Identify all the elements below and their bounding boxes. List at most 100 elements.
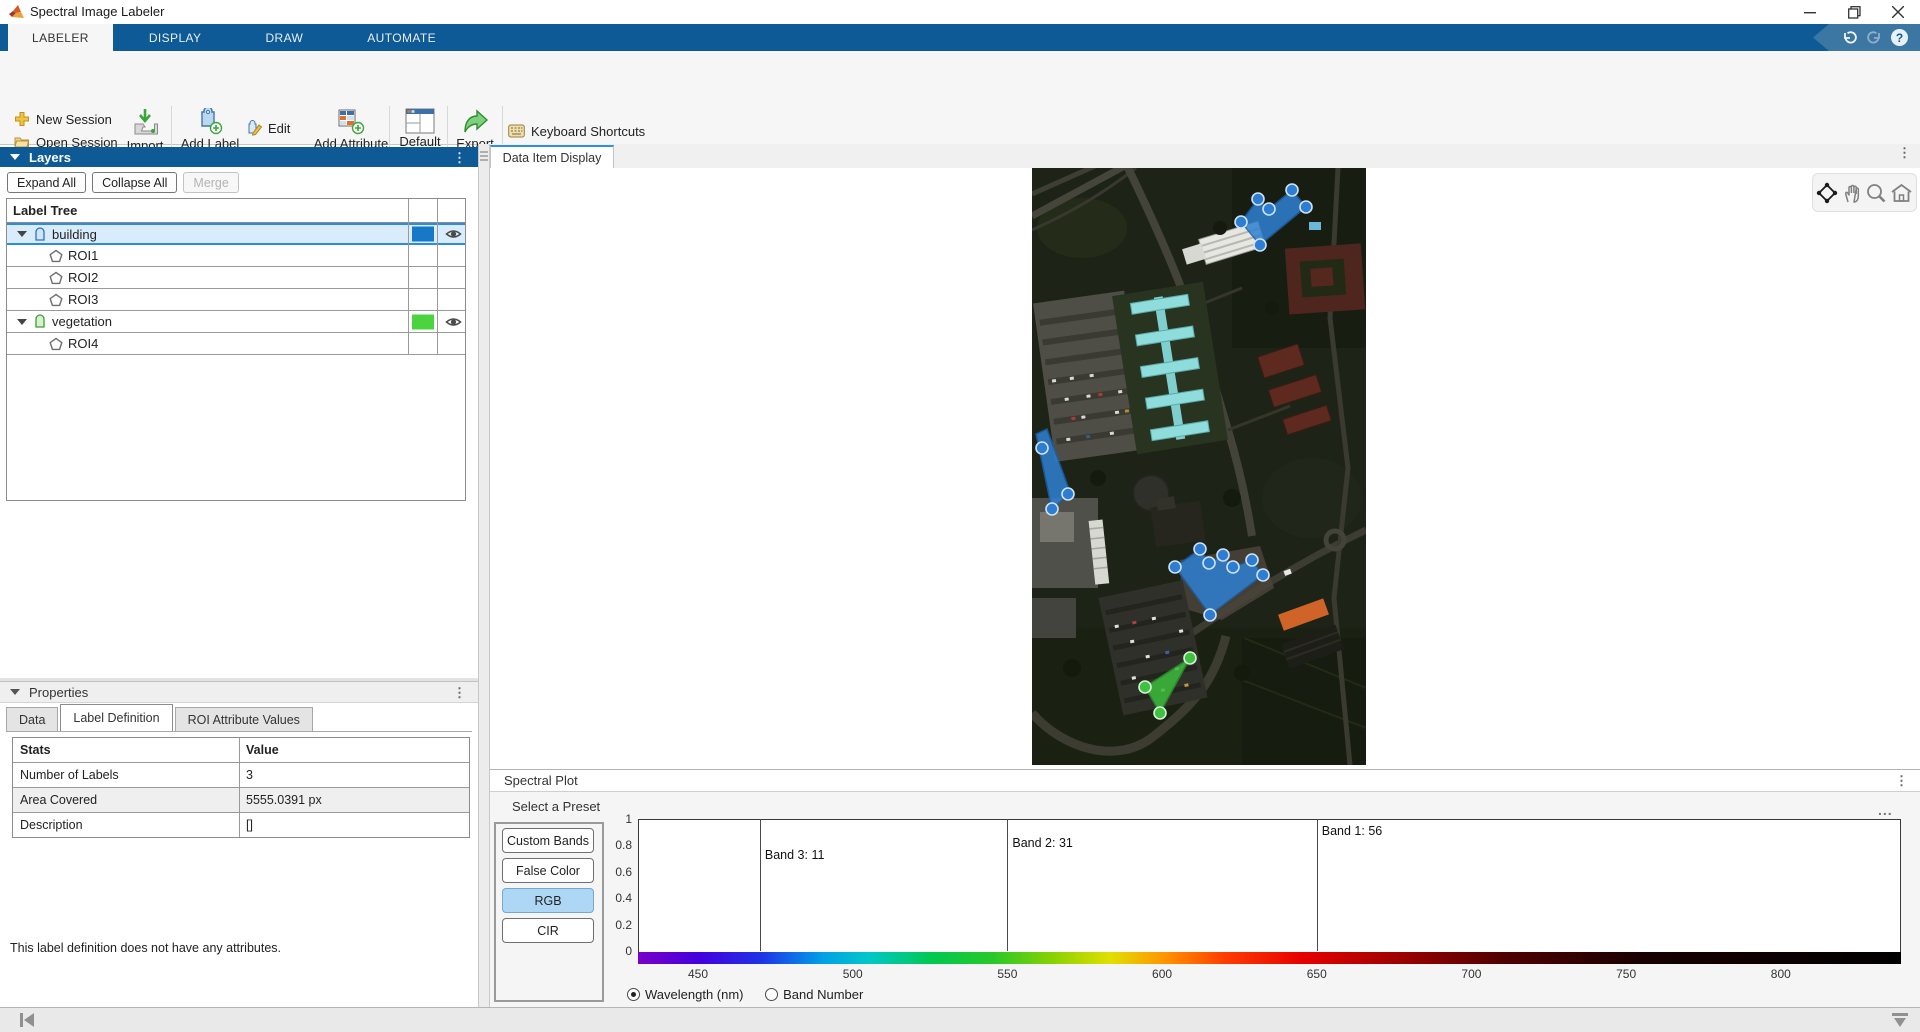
default-layout-icon bbox=[405, 108, 435, 134]
x-tick-label: 450 bbox=[668, 967, 728, 981]
more-options-button[interactable]: ... bbox=[1878, 802, 1893, 818]
attributes-note: This label definition does not have any … bbox=[10, 941, 281, 955]
tree-label: ROI1 bbox=[68, 248, 98, 263]
spectral-plot-title: Spectral Plot bbox=[504, 773, 578, 788]
spectral-plot-header[interactable]: Spectral Plot ⋮ bbox=[490, 770, 1920, 792]
col-header-stats: Stats bbox=[20, 738, 51, 762]
minimize-button[interactable] bbox=[1788, 0, 1832, 24]
restore-button[interactable] bbox=[1832, 0, 1876, 24]
tree-label: vegetation bbox=[52, 314, 112, 329]
grid-line bbox=[408, 199, 409, 355]
y-tick-label: 0.4 bbox=[596, 891, 632, 905]
new-session-button[interactable]: New Session bbox=[14, 109, 112, 129]
properties-panel-header[interactable]: Properties ⋮ bbox=[0, 681, 478, 703]
band-marker-label: Band 1: 56 bbox=[1322, 824, 1382, 838]
properties-panel: Properties ⋮ Data Label Definition ROI A… bbox=[0, 678, 478, 1007]
expander-icon[interactable] bbox=[17, 231, 27, 237]
x-tick-label: 650 bbox=[1287, 967, 1347, 981]
tab-roi-attribute-values[interactable]: ROI Attribute Values bbox=[175, 707, 313, 731]
tab-label-definition[interactable]: Label Definition bbox=[60, 704, 172, 731]
splitter-handle-icon bbox=[480, 150, 488, 162]
properties-menu-icon[interactable]: ⋮ bbox=[453, 690, 466, 695]
label-tree: Label Tree building ROI1 bbox=[6, 198, 466, 501]
band-number-radio[interactable]: Band Number bbox=[765, 987, 863, 1002]
spectral-plot-axes[interactable] bbox=[638, 819, 1901, 953]
roi-polygon-icon bbox=[49, 293, 63, 307]
false-color-button[interactable]: False Color bbox=[502, 858, 594, 883]
x-tick-label: 600 bbox=[1132, 967, 1192, 981]
collapse-panel-icon[interactable] bbox=[10, 154, 20, 160]
tab-data[interactable]: Data bbox=[6, 707, 58, 731]
stat-value: 5555.0391 px bbox=[246, 788, 322, 812]
label-color-swatch[interactable] bbox=[412, 314, 434, 329]
layers-menu-icon[interactable]: ⋮ bbox=[453, 155, 466, 160]
stat-value: [] bbox=[246, 813, 253, 837]
col-header-value: Value bbox=[246, 738, 279, 762]
layers-panel-header[interactable]: Layers ⋮ bbox=[0, 147, 478, 167]
wavelength-radio[interactable]: Wavelength (nm) bbox=[627, 987, 744, 1002]
collapse-all-button[interactable]: Collapse All bbox=[92, 172, 177, 193]
band-marker-line[interactable] bbox=[760, 819, 761, 951]
band-marker-line[interactable] bbox=[1007, 819, 1008, 951]
label-tag-icon bbox=[33, 227, 47, 242]
edit-button[interactable]: Edit bbox=[246, 118, 290, 138]
add-attribute-definition-icon bbox=[337, 108, 365, 136]
table-row[interactable]: Description [] bbox=[13, 813, 469, 837]
band-marker-label: Band 2: 31 bbox=[1012, 836, 1072, 850]
redo-icon[interactable] bbox=[1866, 30, 1883, 45]
tree-row-building[interactable]: building bbox=[7, 223, 465, 245]
expander-icon[interactable] bbox=[17, 319, 27, 325]
wavelength-radio-label: Wavelength (nm) bbox=[645, 987, 744, 1002]
cir-button[interactable]: CIR bbox=[502, 918, 594, 943]
home-icon[interactable] bbox=[1890, 182, 1913, 204]
custom-bands-button[interactable]: Custom Bands bbox=[502, 828, 594, 853]
y-tick-label: 0.8 bbox=[596, 838, 632, 852]
app-window: Spectral Image Labeler LABELER DISPLAY D… bbox=[0, 0, 1920, 1032]
eye-icon bbox=[445, 315, 462, 328]
tree-row-roi3[interactable]: ROI3 bbox=[7, 289, 465, 311]
tab-display[interactable]: DISPLAY bbox=[125, 24, 226, 51]
roi-select-icon[interactable] bbox=[1816, 182, 1838, 204]
tree-row-roi4[interactable]: ROI4 bbox=[7, 333, 465, 355]
undo-icon[interactable] bbox=[1841, 30, 1858, 45]
visibility-toggle[interactable] bbox=[441, 315, 465, 328]
tab-automate[interactable]: AUTOMATE bbox=[343, 24, 460, 51]
help-icon[interactable]: ? bbox=[1891, 29, 1908, 46]
collapse-left-icon[interactable] bbox=[18, 1012, 36, 1028]
merge-button: Merge bbox=[183, 172, 238, 193]
tab-labeler[interactable]: LABELER bbox=[8, 24, 113, 51]
table-row[interactable]: Area Covered 5555.0391 px bbox=[13, 788, 469, 813]
collapse-bottom-icon[interactable] bbox=[1890, 1012, 1910, 1028]
spectral-plot-menu-icon[interactable]: ⋮ bbox=[1895, 778, 1908, 783]
table-row[interactable]: Number of Labels 3 bbox=[13, 763, 469, 788]
tree-row-vegetation[interactable]: vegetation bbox=[7, 311, 465, 333]
keyboard-shortcuts-button[interactable]: Keyboard Shortcuts bbox=[508, 121, 645, 141]
tab-draw[interactable]: DRAW bbox=[241, 24, 327, 51]
tab-label: Data Item Display bbox=[503, 151, 602, 165]
stat-name: Area Covered bbox=[20, 788, 97, 812]
tab-data-item-display[interactable]: Data Item Display bbox=[490, 145, 614, 168]
layers-panel-title: Layers bbox=[29, 150, 71, 165]
x-tick-label: 550 bbox=[977, 967, 1037, 981]
hyperspectral-image[interactable] bbox=[1032, 168, 1366, 765]
x-tick-label: 700 bbox=[1441, 967, 1501, 981]
band-marker-line[interactable] bbox=[1317, 819, 1318, 951]
keyboard-shortcuts-icon bbox=[508, 124, 525, 138]
collapse-panel-icon[interactable] bbox=[10, 689, 20, 695]
image-canvas[interactable] bbox=[490, 168, 1920, 769]
tree-row-roi1[interactable]: ROI1 bbox=[7, 245, 465, 267]
close-button[interactable] bbox=[1876, 0, 1920, 24]
properties-tabs: Data Label Definition ROI Attribute Valu… bbox=[6, 704, 472, 732]
expand-all-button[interactable]: Expand All bbox=[7, 172, 86, 193]
zoom-icon[interactable] bbox=[1865, 182, 1887, 204]
visibility-toggle[interactable] bbox=[441, 228, 465, 241]
label-color-swatch[interactable] bbox=[412, 227, 434, 242]
label-tag-icon bbox=[33, 314, 47, 329]
tree-row-roi2[interactable]: ROI2 bbox=[7, 267, 465, 289]
edit-icon bbox=[246, 120, 262, 136]
rgb-button[interactable]: RGB bbox=[502, 888, 594, 913]
document-tab-menu-icon[interactable]: ⋮ bbox=[1898, 150, 1911, 155]
panel-splitter-vertical[interactable] bbox=[478, 144, 490, 1007]
restore-icon bbox=[1848, 6, 1861, 19]
pan-hand-icon[interactable] bbox=[1841, 182, 1863, 204]
